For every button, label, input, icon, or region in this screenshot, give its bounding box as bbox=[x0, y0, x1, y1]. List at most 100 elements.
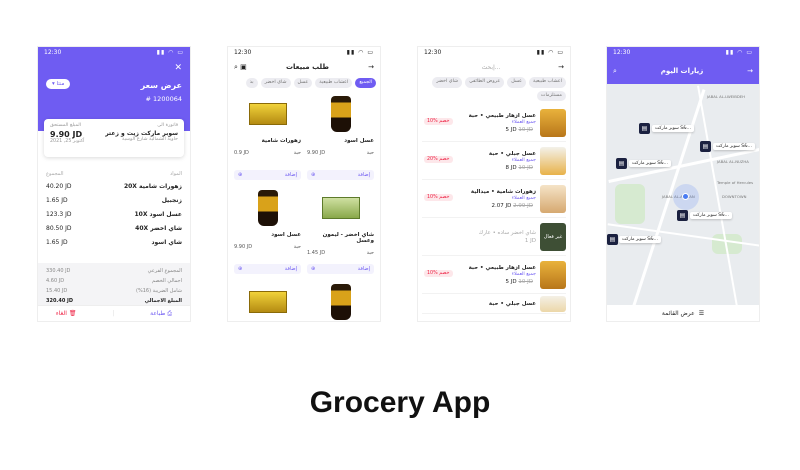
chip-green-tea[interactable]: شاي اخضر bbox=[432, 77, 463, 88]
back-arrow-icon[interactable]: → bbox=[558, 63, 564, 71]
back-arrow-icon[interactable]: → bbox=[747, 67, 753, 75]
map-view[interactable]: JABAL AL-LWEIBDEH JABAL AL-AMMAN JABAL A… bbox=[607, 84, 759, 305]
chip-offers[interactable]: عروض الطائفي bbox=[465, 77, 505, 88]
discount-badge: خصم %10 bbox=[424, 270, 453, 277]
product-card[interactable] bbox=[234, 282, 301, 321]
list-item[interactable]: زهورات شامية • ميدالية جميع العملاء 2.07 J… bbox=[422, 180, 566, 218]
list-item[interactable]: عسل جبلي • حبة جميع العملاء 8 JD 10 JD خصم… bbox=[422, 142, 566, 180]
visits-topbar: ⌕ زيارات اليوم → bbox=[607, 58, 759, 84]
bill-to: فاتورة الى سوبر ماركت زيت و زعتر حاوية ا… bbox=[105, 123, 178, 142]
product-price: 9.90 JD bbox=[307, 150, 326, 156]
store-pin-icon[interactable]: ▤ bbox=[616, 158, 627, 169]
page-title: طلب مبيعات bbox=[285, 63, 329, 71]
summary-row: 4.60 JD اجمالي الخصم bbox=[46, 276, 182, 286]
map-label: JABAL AL-LWEIBDEH bbox=[707, 94, 746, 99]
current-location-dot bbox=[682, 193, 689, 200]
search-input[interactable]: إبحث... bbox=[482, 64, 501, 71]
row-qty: 40X bbox=[135, 224, 149, 232]
chip-all[interactable]: الجميع bbox=[355, 78, 376, 88]
product-card[interactable] bbox=[307, 282, 374, 321]
product-name: شاي اخضر - ليمون وعسل bbox=[322, 232, 374, 244]
table-row: 123.3 JD 10X عسل اسود bbox=[46, 207, 182, 221]
chip-green-tea[interactable]: شاي اخضر bbox=[260, 78, 291, 88]
quote-screen: 12:30 ▮▮ ◠ ▭ ✕ ▾ منتا عرض سعر # 1200064 … bbox=[37, 46, 191, 322]
customer-name: سوبر ماركت زيت و زعتر bbox=[105, 130, 178, 137]
chip-honey[interactable]: عسل bbox=[293, 78, 313, 88]
pin-label[interactable]: سوبر ماركت S&... bbox=[629, 160, 671, 167]
plus-icon: ⊕ bbox=[238, 266, 243, 272]
table-header: المجموع المواد bbox=[46, 169, 182, 179]
add-button[interactable]: ⊕ إضافة bbox=[307, 264, 374, 274]
row-total: 80.50 JD bbox=[46, 224, 72, 232]
add-label: إضافة bbox=[284, 266, 297, 272]
product-card[interactable]: زهورات شامية 0.9 JD حبة ⊕ إضافة bbox=[234, 94, 301, 184]
quote-date: أكتوبر 25, 2021 bbox=[50, 139, 85, 144]
pin-label[interactable]: سوبر ماركت S&... bbox=[652, 125, 694, 132]
pin-label[interactable]: سوبر ماركت S&... bbox=[619, 236, 661, 243]
add-button[interactable]: ⊕ إضافة bbox=[234, 170, 301, 180]
item-old-price: 10 JD bbox=[518, 164, 533, 171]
product-list: عسل ازهار طبيعي • حبة جميع العملاء 5 JD 10… bbox=[418, 102, 570, 316]
list-item[interactable]: عسل ازهار طبيعي • حبة جميع العملاء 5 JD 10… bbox=[422, 256, 566, 294]
row-qty: 10X bbox=[134, 210, 148, 218]
row-name: شاي اخضر bbox=[150, 224, 182, 232]
signal-icon: ▮▮ ◠ ▭ bbox=[346, 49, 374, 56]
page-title: زيارات اليوم bbox=[660, 67, 704, 75]
add-button[interactable]: ⊕ إضافة bbox=[234, 264, 301, 274]
product-thumb bbox=[540, 184, 566, 213]
product-name: عسل اسود bbox=[271, 232, 301, 238]
row-name: عسل اسود bbox=[149, 210, 182, 218]
pin-label[interactable]: سوبر ماركت S&... bbox=[690, 212, 732, 219]
chip-herbs[interactable]: اعشاب طبيعية bbox=[528, 77, 566, 88]
chip-supplies[interactable]: مستلزمات bbox=[536, 90, 566, 101]
status-time: 12:30 bbox=[613, 49, 631, 56]
signal-icon: ▮▮ ◠ ▭ bbox=[725, 49, 753, 56]
visits-header: 12:30 ▮▮ ◠ ▭ ⌕ زيارات اليوم → bbox=[607, 47, 759, 84]
search-icon[interactable]: ⌕ bbox=[613, 67, 617, 76]
summary-row: 330.40 JD المجموع الفرعي bbox=[46, 266, 182, 276]
product-unit: حبة bbox=[366, 150, 374, 156]
amount-value: 9.90 JD bbox=[50, 130, 83, 139]
category-chips: الجميع اعشاب طبيعية عسل شاي اخضر بذ bbox=[228, 76, 380, 90]
store-pin-icon[interactable]: ▤ bbox=[639, 123, 650, 134]
product-card[interactable]: شاي اخضر - ليمون وعسل 1.45 JD حبة ⊕ إضافة bbox=[307, 188, 374, 278]
list-view-button[interactable]: عرض القائمة ☰ bbox=[607, 305, 759, 321]
product-card[interactable]: عسل اسود 9.90 JD حبة ⊕ إضافة bbox=[234, 188, 301, 278]
sales-order-screen: 12:30 ▮▮ ◠ ▭ ⌕ ▣ طلب مبيعات → الجميع اعش… bbox=[227, 46, 381, 322]
search-icon[interactable]: ⌕ bbox=[234, 63, 238, 71]
scan-icon[interactable]: ▣ bbox=[240, 63, 247, 71]
product-thumb: غير فعال bbox=[540, 222, 566, 251]
signal-icon: ▮▮ ◠ ▭ bbox=[536, 49, 564, 56]
chip-seeds[interactable]: بذ bbox=[245, 78, 258, 88]
list-item[interactable]: عسل ازهار طبيعي • حبة جميع العملاء 5 JD 10… bbox=[422, 104, 566, 142]
store-pin-icon[interactable]: ▤ bbox=[607, 234, 618, 245]
col-total: المجموع bbox=[46, 171, 64, 177]
catalog-screen: 12:30 ▮▮ ◠ ▭ إبحث... → اعشاب طبيعية عسل … bbox=[417, 46, 571, 322]
quote-title: عرض سعر bbox=[140, 81, 182, 90]
product-thumb bbox=[540, 146, 566, 175]
chip-honey[interactable]: عسل bbox=[507, 77, 526, 88]
discount-badge: خصم %10 bbox=[424, 118, 453, 125]
row-name: زهورات شامية bbox=[139, 182, 182, 190]
summary-row: 15.40 JD شامل الضريبة (16%) bbox=[46, 286, 182, 296]
store-pin-icon[interactable]: ▤ bbox=[700, 141, 711, 152]
table-row: 1.65 JD شاي اسود bbox=[46, 235, 182, 249]
summary: 330.40 JD المجموع الفرعي 4.60 JD اجمالي ال… bbox=[38, 263, 190, 307]
list-item[interactable]: عسل جبلي • حبة bbox=[422, 294, 566, 314]
back-arrow-icon[interactable]: → bbox=[368, 63, 374, 71]
product-price: 0.9 JD bbox=[234, 150, 249, 156]
add-button[interactable]: ⊕ إضافة bbox=[307, 170, 374, 180]
cancel-button[interactable]: الغاء 🗑 bbox=[56, 310, 77, 317]
list-item[interactable]: غير فعال شاي اخضر ساده • عارك 1 JD bbox=[422, 218, 566, 256]
close-icon[interactable]: ✕ bbox=[174, 63, 182, 73]
status-chip-label: منتا bbox=[56, 81, 65, 87]
search-bar[interactable]: إبحث... → bbox=[418, 58, 570, 76]
product-card[interactable]: عسل اسود 9.90 JD حبة ⊕ إضافة bbox=[307, 94, 374, 184]
store-pin-icon[interactable]: ▤ bbox=[677, 210, 688, 221]
pin-label[interactable]: سوبر ماركت S&... bbox=[713, 143, 755, 150]
print-button[interactable]: طباعة ⎙ bbox=[150, 310, 172, 318]
customer-address: حاوية الشمالية شارع الوسية bbox=[122, 137, 178, 142]
chip-herbs[interactable]: اعشاب طبيعية bbox=[315, 78, 353, 88]
status-time: 12:30 bbox=[44, 49, 62, 56]
status-chip[interactable]: ▾ منتا bbox=[46, 79, 71, 89]
